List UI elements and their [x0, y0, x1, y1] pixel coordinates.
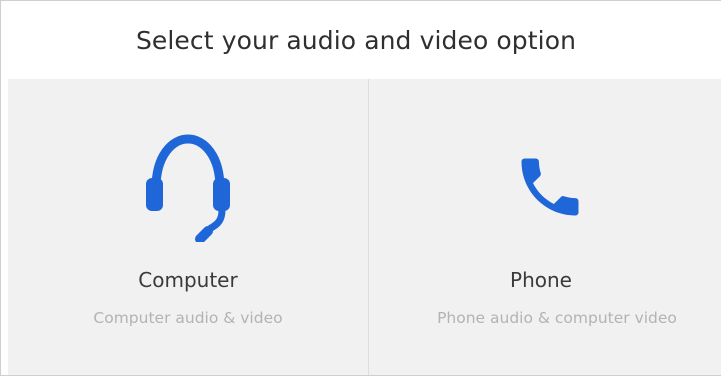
computer-option-description: Computer audio & video	[93, 309, 283, 327]
phone-icon	[521, 158, 579, 216]
phone-option-label: Phone	[510, 268, 572, 292]
dialog-title: Select your audio and video option	[135, 25, 577, 55]
audio-video-dialog: Select your audio and video option Compu…	[0, 0, 721, 376]
computer-option-label: Computer	[138, 268, 238, 292]
dialog-header: Select your audio and video option	[1, 1, 721, 79]
phone-option-description: Phone audio & computer video	[437, 309, 677, 327]
headset-icon	[146, 134, 230, 242]
audio-video-options: Computer Computer audio & video Phone Ph…	[8, 79, 721, 375]
computer-audio-option[interactable]: Computer Computer audio & video	[8, 79, 369, 375]
phone-audio-option[interactable]: Phone Phone audio & computer video	[369, 79, 721, 375]
